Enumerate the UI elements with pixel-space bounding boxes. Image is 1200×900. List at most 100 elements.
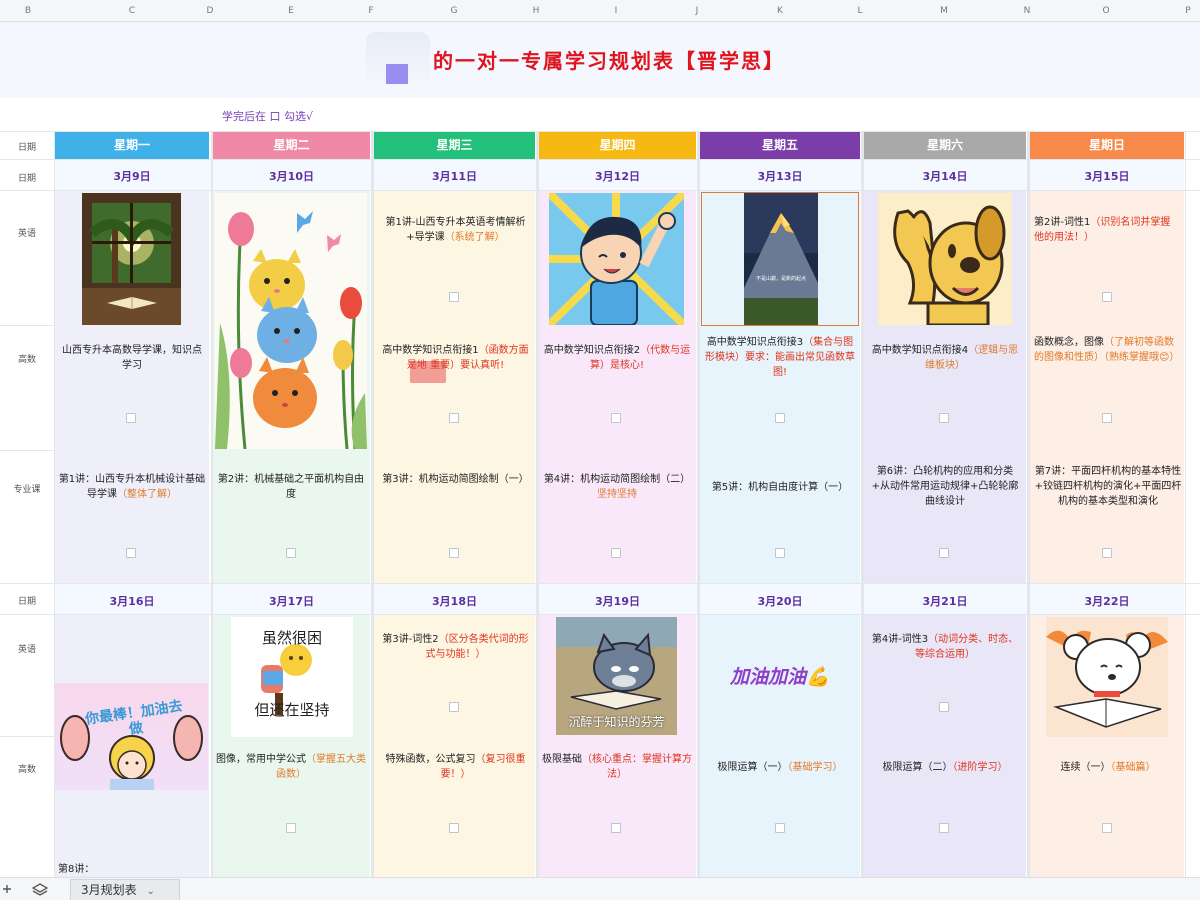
row-label-major: 专业课: [13, 485, 41, 495]
task-math-w1-sun[interactable]: 函数概念，图像（了解初等函数的图像和性质）（熟练掌握哦😊）: [1034, 335, 1180, 365]
weekday-header-fri: 星期五: [700, 132, 860, 159]
add-sheet-icon[interactable]: [2, 884, 12, 894]
column-letter[interactable]: N: [1024, 0, 1031, 22]
date-cell[interactable]: 3月10日: [213, 168, 370, 184]
task-math-w2-tue[interactable]: 图像，常用中学公式（掌握五大类函数）: [216, 752, 366, 782]
task-major-w2-mon[interactable]: 第8讲：: [58, 862, 206, 877]
task-math-w2-thu[interactable]: 极限基础（核心重点：掌握计算方法）: [542, 752, 692, 782]
done-checkbox[interactable]: [286, 823, 296, 833]
task-english-w2-sat[interactable]: 第4讲-词性3（动词分类、时态、等综合运用）: [868, 632, 1022, 662]
date-cell[interactable]: 3月22日: [1030, 593, 1184, 609]
task-math-w1-thu[interactable]: 高中数学知识点衔接2（代数与运算）是核心!: [542, 343, 692, 373]
tom-cat-reading-image: 沉醉于知识的芬芳: [556, 617, 677, 735]
done-checkbox[interactable]: [1102, 413, 1112, 423]
task-major-w1-sun[interactable]: 第7讲：平面四杆机构的基本特性+铰链四杆机构的演化+平面四杆机构的基本类型和演化: [1034, 464, 1182, 509]
done-checkbox[interactable]: [449, 548, 459, 558]
weekday-header-thu: 星期四: [539, 132, 696, 159]
done-checkbox[interactable]: [1102, 548, 1112, 558]
column-letter[interactable]: K: [777, 0, 783, 22]
done-checkbox[interactable]: [449, 292, 459, 302]
done-checkbox[interactable]: [775, 548, 785, 558]
task-english-w1-sun[interactable]: 第2讲-词性1（识别名词并掌握他的用法！）: [1034, 215, 1180, 245]
column-letter[interactable]: L: [857, 0, 862, 22]
column-letter[interactable]: I: [615, 0, 618, 22]
done-checkbox[interactable]: [939, 548, 949, 558]
cheer-text: 加油加油💪: [730, 666, 830, 688]
task-major-w1-sat[interactable]: 第6讲：凸轮机构的应用和分类+从动件常用运动规律+凸轮轮廓曲线设计: [868, 464, 1022, 509]
done-checkbox[interactable]: [939, 823, 949, 833]
task-math-w1-sat[interactable]: 高中数学知识点衔接4（逻辑与思维板块）: [868, 343, 1022, 373]
date-cell[interactable]: 3月21日: [864, 593, 1026, 609]
column-letter[interactable]: E: [288, 0, 294, 22]
task-major-w1-tue[interactable]: 第2讲：机械基础之平面机构自由度: [216, 472, 366, 502]
done-checkbox[interactable]: [449, 413, 459, 423]
date-cell[interactable]: 3月13日: [700, 168, 860, 184]
done-checkbox[interactable]: [1102, 823, 1112, 833]
date-cell[interactable]: 3月15日: [1030, 168, 1184, 184]
task-math-w2-wed[interactable]: 特殊函数，公式复习（复习很重要！）: [378, 752, 533, 782]
date-cell[interactable]: 3月19日: [539, 593, 696, 609]
date-cell[interactable]: 3月20日: [700, 593, 860, 609]
task-major-w1-wed[interactable]: 第3讲：机构运动简图绘制（一）: [378, 472, 533, 487]
tired-persist-image: 虽然很困 但还在坚持: [231, 617, 353, 737]
weekday-header-wed: 星期三: [374, 132, 535, 159]
column-letter[interactable]: J: [696, 0, 699, 22]
task-major-w1-mon[interactable]: 第1讲：山西专升本机械设计基础导学课（整体了解）: [58, 472, 206, 502]
date-cell[interactable]: 3月9日: [55, 168, 209, 184]
date-cell[interactable]: 3月11日: [374, 168, 535, 184]
column-letter[interactable]: B: [25, 0, 31, 22]
task-major-w1-thu[interactable]: 第4讲：机构运动简图绘制（二）坚持坚持: [542, 472, 692, 502]
done-checkbox[interactable]: [449, 702, 459, 712]
done-checkbox[interactable]: [1102, 292, 1112, 302]
task-math-w1-fri[interactable]: 高中数学知识点衔接3（集合与图形模块）要求：能画出常见函数草图!: [704, 335, 856, 380]
task-english-w2-wed[interactable]: 第3讲-词性2（区分各类代词的形式与功能！）: [378, 632, 533, 662]
instruction-note: 学完后在 口 勾选√: [222, 110, 314, 123]
window-book-image: [82, 193, 181, 325]
column-letter[interactable]: C: [129, 0, 135, 22]
sheet-tab[interactable]: 3月规划表 ⌄: [70, 879, 180, 900]
chevron-down-icon[interactable]: ⌄: [146, 886, 154, 897]
date-cell[interactable]: 3月12日: [539, 168, 696, 184]
column-letter[interactable]: G: [451, 0, 458, 22]
task-math-w1-wed[interactable]: 高中数学知识点衔接1（函数方面是地 重要）要认真听!: [378, 343, 533, 373]
image-caption-bottom: 但还在坚持: [254, 701, 330, 719]
layers-icon[interactable]: [32, 883, 48, 897]
dog-peace-image: [878, 193, 1012, 325]
column-letter[interactable]: M: [940, 0, 948, 22]
task-major-w1-fri[interactable]: 第5讲：机构自由度计算（一）: [704, 480, 856, 495]
done-checkbox[interactable]: [611, 823, 621, 833]
mountain-overlay-text: 不是山巅，是新的起点: [756, 275, 806, 282]
done-checkbox[interactable]: [939, 413, 949, 423]
done-checkbox[interactable]: [286, 548, 296, 558]
done-checkbox[interactable]: [611, 548, 621, 558]
column-letter[interactable]: F: [368, 0, 373, 22]
task-math-w1-mon[interactable]: 山西专升本高数导学课，知识点学习: [58, 343, 206, 373]
column-letter[interactable]: O: [1102, 0, 1109, 22]
row-label-date: 日期: [17, 174, 36, 184]
done-checkbox[interactable]: [611, 413, 621, 423]
row-label-english: 英语: [17, 229, 36, 239]
row-label-math: 高数: [17, 765, 36, 775]
task-math-w2-sat[interactable]: 极限运算（二）（进阶学习）: [868, 760, 1022, 775]
task-math-w2-sun[interactable]: 连续（一）（基础篇）: [1034, 760, 1182, 775]
dog-studying-image: [1046, 617, 1168, 737]
column-letter[interactable]: P: [1185, 0, 1190, 22]
column-letter[interactable]: D: [207, 0, 214, 22]
done-checkbox[interactable]: [126, 548, 136, 558]
done-checkbox[interactable]: [939, 702, 949, 712]
done-checkbox[interactable]: [775, 823, 785, 833]
date-cell[interactable]: 3月17日: [213, 593, 370, 609]
weekday-header-sun: 星期日: [1030, 132, 1184, 159]
column-letter[interactable]: H: [533, 0, 540, 22]
youre-the-best-image: 你最棒！加油去做: [55, 683, 208, 790]
date-cell[interactable]: 3月14日: [864, 168, 1026, 184]
date-cell[interactable]: 3月18日: [374, 593, 535, 609]
image-caption-top: 虽然很困: [261, 629, 322, 647]
done-checkbox[interactable]: [126, 413, 136, 423]
done-checkbox[interactable]: [449, 823, 459, 833]
redacted-name-block: [386, 64, 408, 84]
done-checkbox[interactable]: [775, 413, 785, 423]
task-math-w2-fri[interactable]: 极限运算（一）（基础学习）: [704, 760, 856, 775]
date-cell[interactable]: 3月16日: [55, 593, 209, 609]
task-english-w1-wed[interactable]: 第1讲-山西专升本英语考情解析+导学课（系统了解）: [378, 215, 533, 245]
